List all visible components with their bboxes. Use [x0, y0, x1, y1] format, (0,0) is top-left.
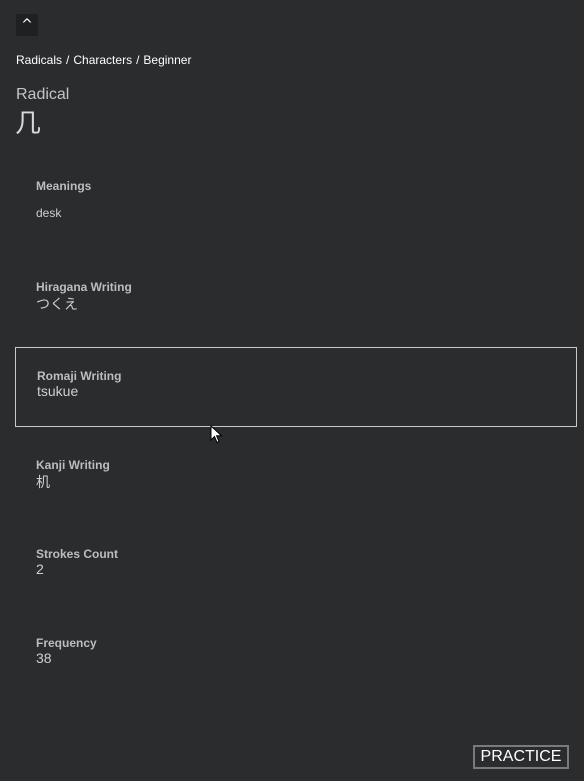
meanings-section: Meanings desk: [15, 179, 577, 220]
character-type-label: Radical: [16, 86, 70, 103]
radical-glyph: 几: [15, 109, 42, 139]
breadcrumb-beginner[interactable]: Beginner: [143, 53, 191, 67]
strokes-value: 2: [36, 561, 44, 577]
frequency-label: Frequency: [36, 636, 97, 650]
up-button[interactable]: ^: [16, 14, 38, 36]
mouse-pointer-icon: [210, 425, 223, 444]
practice-button[interactable]: PRACTICE: [473, 745, 569, 769]
kanji-label: Kanji Writing: [36, 458, 110, 472]
breadcrumb-separator: /: [136, 53, 140, 67]
strokes-section: Strokes Count 2: [15, 547, 577, 577]
breadcrumb: Radicals / Characters / Beginner: [16, 53, 191, 67]
romaji-section[interactable]: Romaji Writing tsukue: [15, 347, 577, 427]
strokes-label: Strokes Count: [36, 547, 119, 561]
romaji-label: Romaji Writing: [37, 369, 122, 383]
hiragana-label: Hiragana Writing: [36, 280, 132, 294]
breadcrumb-characters[interactable]: Characters: [73, 53, 132, 67]
kanji-value: 机: [36, 475, 50, 491]
hiragana-value: つくえ: [36, 297, 78, 313]
romaji-value: tsukue: [37, 383, 79, 399]
breadcrumb-radicals[interactable]: Radicals: [16, 53, 62, 67]
radical-detail-page: ^ Radicals / Characters / Beginner Radical 几…: [0, 0, 584, 781]
meanings-label: Meanings: [36, 179, 92, 193]
frequency-value: 38: [36, 650, 52, 666]
hiragana-section: Hiragana Writing つくえ: [15, 280, 577, 314]
meanings-value: desk: [36, 206, 62, 220]
kanji-section: Kanji Writing 机: [15, 458, 577, 492]
breadcrumb-separator: /: [66, 53, 70, 67]
frequency-section: Frequency 38: [15, 636, 577, 666]
